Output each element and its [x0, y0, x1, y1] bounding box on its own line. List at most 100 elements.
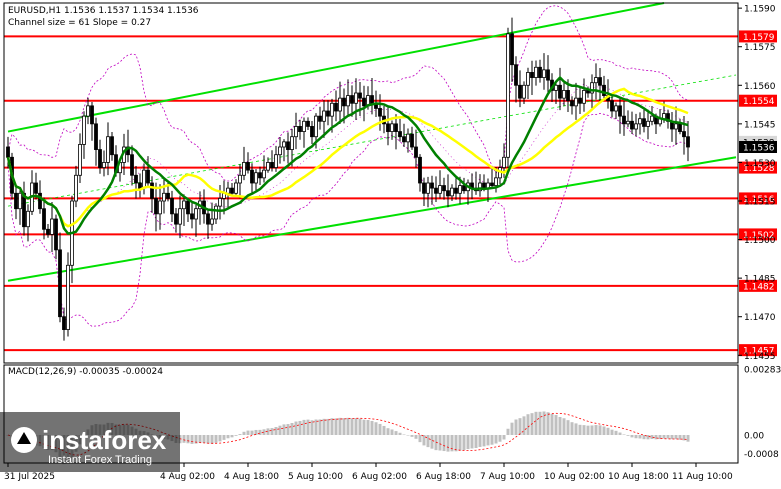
candle-body — [82, 115, 86, 145]
macd-histogram-bar — [610, 429, 614, 435]
candle-body — [138, 182, 142, 189]
candle-body — [438, 185, 442, 194]
candle-body — [238, 174, 242, 184]
macd-histogram-bar — [666, 435, 670, 439]
candle-body — [394, 123, 398, 132]
macd-histogram-bar — [322, 418, 326, 435]
macd-histogram-bar — [458, 435, 462, 451]
candle-body — [622, 115, 626, 125]
macd-histogram-bar — [270, 428, 274, 435]
macd-histogram-bar — [582, 425, 586, 435]
macd-histogram-bar — [474, 435, 478, 449]
candle-body — [286, 141, 290, 150]
price-tick-label: 1.1560 — [744, 82, 776, 92]
candle-body — [514, 64, 518, 86]
candle-body — [566, 90, 570, 102]
macd-histogram-bar — [286, 424, 290, 435]
candle-body — [442, 185, 446, 192]
candle-body — [598, 77, 602, 86]
macd-histogram-bar — [518, 418, 522, 435]
candle-body — [362, 97, 366, 107]
macd-histogram-bar — [402, 434, 406, 436]
candle-body — [282, 141, 286, 148]
candle-body — [426, 182, 430, 194]
candle-body — [682, 131, 686, 138]
macd-histogram-bar — [634, 435, 638, 439]
macd-histogram-bar — [394, 431, 398, 435]
candle-body — [270, 162, 274, 168]
candle-body — [6, 146, 10, 158]
macd-histogram-bar — [554, 414, 558, 435]
macd-histogram-bar — [418, 435, 422, 443]
macd-histogram-bar — [234, 435, 238, 436]
candle-body — [62, 316, 66, 330]
macd-histogram-bar — [354, 418, 358, 435]
macd-histogram-bar — [406, 435, 410, 436]
macd-histogram-bar — [382, 425, 386, 435]
candle-body — [190, 213, 194, 220]
macd-histogram-bar — [686, 435, 690, 442]
candle-body — [314, 115, 318, 138]
candle-body — [490, 182, 494, 186]
macd-histogram-bar — [342, 418, 346, 435]
macd-histogram-bar — [522, 416, 526, 435]
macd-histogram-bar — [282, 424, 286, 435]
candle-body — [350, 95, 354, 104]
candle-body — [626, 120, 630, 125]
macd-histogram-bar — [214, 435, 218, 443]
time-tick-label: 31 Jul 2025 — [4, 472, 55, 482]
candle-body — [410, 133, 414, 148]
candle-body — [570, 100, 574, 107]
candle-body — [418, 156, 422, 184]
candle-body — [454, 187, 458, 194]
candle-body — [58, 249, 62, 318]
candle-body — [290, 136, 294, 150]
macd-histogram-bar — [626, 435, 630, 436]
time-tick-label: 7 Aug 10:00 — [480, 472, 535, 482]
macd-histogram-bar — [490, 435, 494, 445]
macd-label: MACD(12,26,9) -0.00035 -0.00024 — [8, 367, 163, 377]
candle-body — [186, 200, 190, 215]
macd-histogram-bar — [442, 435, 446, 452]
candle-body — [430, 182, 434, 189]
candle-body — [42, 208, 46, 230]
candle-body — [150, 182, 154, 199]
macd-histogram-bar — [526, 414, 530, 435]
candle-body — [386, 123, 390, 132]
candle-body — [646, 120, 650, 127]
macd-histogram-bar — [186, 435, 190, 444]
macd-histogram-bar — [486, 435, 490, 446]
macd-histogram-bar — [302, 419, 306, 435]
watermark-brand: instaforex — [42, 425, 167, 455]
candle-body — [234, 182, 238, 194]
macd-histogram-bar — [466, 435, 470, 450]
candle-body — [178, 208, 182, 225]
time-tick-label: 4 Aug 02:00 — [160, 472, 215, 482]
candle-body — [298, 126, 302, 132]
macd-histogram-bar — [566, 420, 570, 435]
macd-histogram-bar — [398, 432, 402, 435]
candle-body — [78, 144, 82, 176]
candle-body — [346, 95, 350, 107]
macd-histogram-bar — [294, 421, 298, 435]
macd-histogram-bar — [454, 435, 458, 452]
macd-histogram-bar — [274, 427, 278, 435]
price-tick-label: 1.1470 — [744, 313, 776, 323]
candle-body — [510, 33, 514, 66]
candle-body — [370, 95, 374, 104]
candle-body — [326, 110, 330, 117]
bollinger-lower — [7, 112, 689, 327]
macd-histogram-bar — [310, 420, 314, 435]
candle-body — [246, 162, 250, 171]
channel-lower-line — [7, 156, 737, 282]
candle-body — [218, 198, 222, 207]
candle-body — [146, 169, 150, 184]
macd-histogram-bar — [538, 411, 542, 435]
candle-body — [674, 123, 678, 130]
candle-body — [66, 264, 70, 330]
level-price-label: 1.1579 — [743, 33, 775, 43]
macd-histogram-bar — [182, 435, 186, 443]
candle-body — [162, 192, 166, 202]
macd-histogram-bar — [674, 435, 678, 440]
chart-root: 1.1579 1.1554 1.1528 1.1516 1.1502 1.1482 1.14… — [0, 0, 781, 489]
